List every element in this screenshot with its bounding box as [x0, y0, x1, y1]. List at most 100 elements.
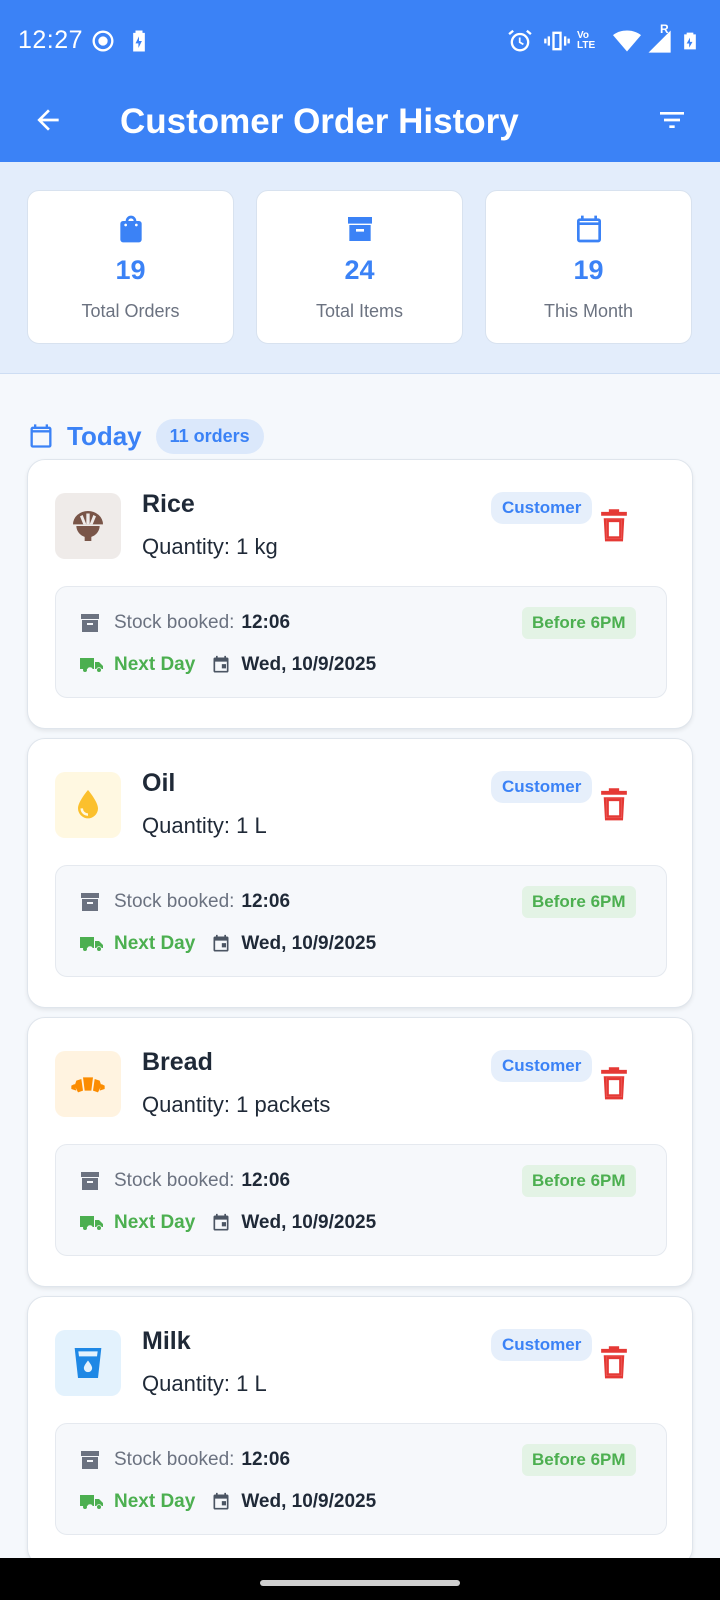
order-card-rice[interactable]: Rice Quantity: 1 kg Customer Stock booke… [27, 459, 693, 729]
item-quantity: Quantity: 1 kg [142, 534, 278, 559]
stock-booked-time: 12:06 [241, 891, 291, 912]
roaming-indicator: R [660, 22, 669, 36]
stock-booked-label: Stock booked: [114, 612, 235, 633]
order-details: Stock booked: 12:06 Before 6PM Next Day … [55, 586, 667, 698]
order-details: Stock booked: 12:06 Before 6PM Next Day … [55, 865, 667, 977]
order-details: Stock booked: 12:06 Before 6PM Next Day … [55, 1144, 667, 1256]
event-icon [211, 1492, 231, 1512]
truck-icon [78, 932, 104, 956]
archive-icon [78, 1448, 102, 1472]
stat-value: 19 [573, 255, 604, 285]
status-time: 12:27 [18, 26, 84, 54]
trash-icon [601, 1067, 627, 1100]
stat-label: Total Items [315, 301, 404, 321]
archive-icon [78, 611, 102, 635]
stock-booked-label: Stock booked: [114, 891, 235, 912]
timing-badge: Before 6PM [522, 1444, 636, 1476]
item-quantity: Quantity: 1 packets [142, 1092, 331, 1117]
stock-booked-time: 12:06 [241, 1449, 291, 1470]
event-icon [211, 934, 231, 954]
customer-badge: Customer [491, 492, 593, 524]
archive-box-icon [257, 213, 462, 247]
battery-charging-icon [124, 26, 154, 56]
stat-label: Total Orders [81, 301, 180, 321]
archive-icon [78, 890, 102, 914]
wifi-icon [612, 26, 642, 56]
truck-icon [78, 1211, 104, 1235]
order-card-oil[interactable]: Oil Quantity: 1 L Customer Stock booked:… [27, 738, 693, 1008]
item-quantity: Quantity: 1 L [142, 813, 267, 838]
milk-glass-icon [55, 1330, 121, 1396]
timing-badge: Before 6PM [522, 886, 636, 918]
stats-section: 19 Total Orders 24 Total Items 19 This M… [0, 162, 720, 374]
app-bar: Customer Order History [0, 84, 720, 162]
delete-button[interactable] [596, 785, 632, 825]
screen-record-icon [88, 26, 118, 56]
item-name: Oil [142, 769, 176, 797]
item-name: Rice [142, 490, 195, 518]
delete-button[interactable] [596, 506, 632, 546]
rice-bowl-icon [55, 493, 121, 559]
trash-icon [601, 509, 627, 542]
delivery-label: Next Day [114, 654, 196, 675]
order-details: Stock booked: 12:06 Before 6PM Next Day … [55, 1423, 667, 1535]
alarm-icon [505, 26, 535, 56]
shopping-bag-icon [28, 213, 233, 247]
customer-badge: Customer [491, 1329, 593, 1361]
arrow-left-icon [37, 109, 59, 131]
delivery-label: Next Day [114, 1212, 196, 1233]
item-name: Milk [142, 1327, 191, 1355]
section-title: Today [67, 420, 142, 451]
delete-button[interactable] [596, 1064, 632, 1104]
trash-icon [601, 1346, 627, 1379]
order-card-bread[interactable]: Bread Quantity: 1 packets Customer Stock… [27, 1017, 693, 1287]
stock-booked-time: 12:06 [241, 612, 291, 633]
vibrate-icon [542, 26, 572, 56]
battery-icon [680, 26, 700, 56]
filter-button[interactable] [650, 98, 694, 142]
delivery-date: Wed, 10/9/2025 [241, 1212, 377, 1233]
calendar-icon [27, 422, 55, 450]
item-quantity: Quantity: 1 L [142, 1371, 267, 1396]
order-card-milk[interactable]: Milk Quantity: 1 L Customer Stock booked… [27, 1296, 693, 1566]
stat-value: 24 [344, 255, 375, 285]
item-name: Bread [142, 1048, 213, 1076]
stock-booked-label: Stock booked: [114, 1170, 235, 1191]
customer-badge: Customer [491, 1050, 593, 1082]
truck-icon [78, 1490, 104, 1514]
stock-booked-label: Stock booked: [114, 1449, 235, 1470]
delivery-date: Wed, 10/9/2025 [241, 933, 377, 954]
delivery-date: Wed, 10/9/2025 [241, 654, 377, 675]
filter-icon [660, 112, 684, 128]
status-bar: 12:27 Vo LTE R [0, 0, 720, 84]
signal-icon [644, 26, 674, 56]
delivery-label: Next Day [114, 1491, 196, 1512]
oil-drop-icon [55, 772, 121, 838]
archive-icon [78, 1169, 102, 1193]
delete-button[interactable] [596, 1343, 632, 1383]
section-header-today: Today 11 orders [27, 416, 264, 456]
volte-icon: Vo LTE [577, 30, 596, 51]
stat-card-total-items: 24 Total Items [256, 190, 463, 344]
timing-badge: Before 6PM [522, 607, 636, 639]
stat-value: 19 [115, 255, 146, 285]
trash-icon [601, 788, 627, 821]
timing-badge: Before 6PM [522, 1165, 636, 1197]
event-icon [211, 655, 231, 675]
stat-card-this-month: 19 This Month [485, 190, 692, 344]
delivery-label: Next Day [114, 933, 196, 954]
page-title: Customer Order History [120, 102, 519, 141]
customer-badge: Customer [491, 771, 593, 803]
calendar-icon [486, 213, 691, 247]
order-count-badge: 11 orders [155, 418, 264, 454]
stock-booked-time: 12:06 [241, 1170, 291, 1191]
event-icon [211, 1213, 231, 1233]
home-gesture-handle[interactable] [260, 1580, 460, 1586]
delivery-date: Wed, 10/9/2025 [241, 1491, 377, 1512]
back-button[interactable] [26, 98, 70, 142]
system-nav-bar [0, 1558, 720, 1600]
stat-card-total-orders: 19 Total Orders [27, 190, 234, 344]
croissant-icon [55, 1051, 121, 1117]
stat-label: This Month [543, 301, 634, 321]
truck-icon [78, 653, 104, 677]
